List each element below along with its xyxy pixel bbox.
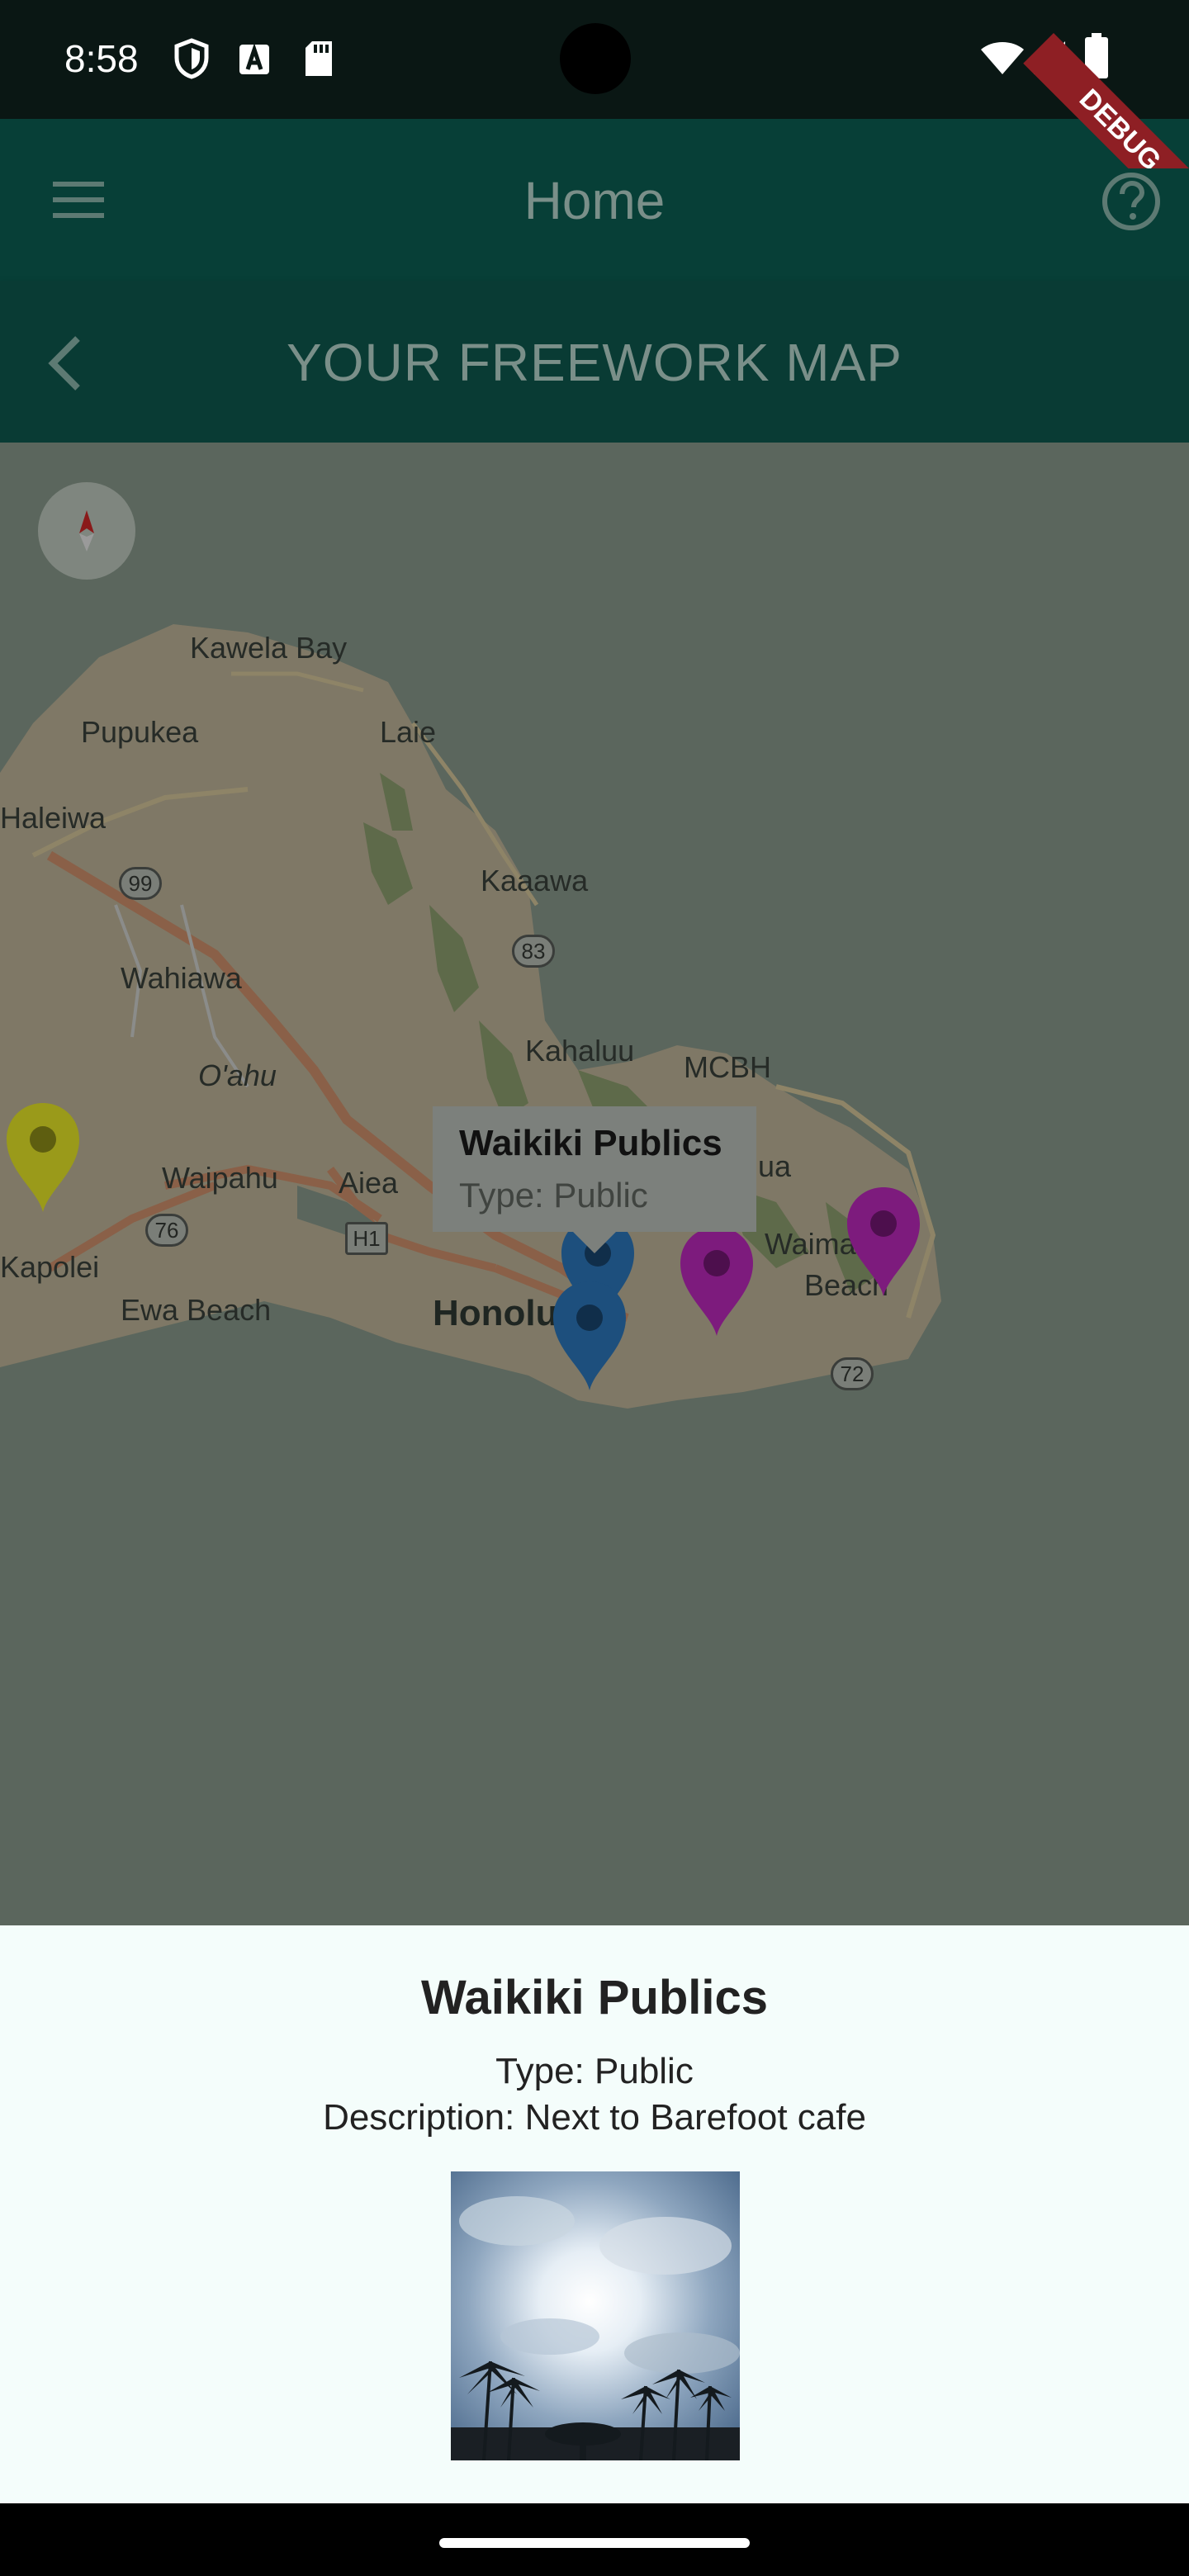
system-nav-bar xyxy=(0,2503,1189,2576)
map-label-kailua: lua xyxy=(751,1149,792,1183)
map-label-kaaawa: Kaaawa xyxy=(481,864,589,897)
info-window-type: Type: Public xyxy=(459,1176,648,1215)
status-time: 8:58 xyxy=(64,37,139,80)
camera-cutout xyxy=(560,23,631,94)
map-label-ewa-beach: Ewa Beach xyxy=(121,1293,272,1327)
map-label-waipahu: Waipahu xyxy=(162,1161,278,1195)
location-type: Type: Public xyxy=(495,2051,694,2091)
route-83-shield: 83 xyxy=(512,935,555,968)
map-label-oahu: O'ahu xyxy=(198,1058,277,1092)
compass-icon xyxy=(79,510,94,552)
marker-yellow-pin-icon[interactable] xyxy=(2,1100,84,1215)
info-window-title: Waikiki Publics xyxy=(459,1123,722,1163)
text-a-icon xyxy=(239,43,269,74)
home-gesture-handle[interactable] xyxy=(439,2538,750,2548)
marker-purple-pin-icon[interactable] xyxy=(842,1184,925,1300)
map-label-kawela-bay: Kawela Bay xyxy=(190,631,348,665)
app-title: Home xyxy=(523,171,666,230)
status-bar: 8:58 xyxy=(0,0,1189,119)
help-circle-icon[interactable] xyxy=(1098,168,1164,234)
route-76-shield: 76 xyxy=(145,1214,188,1247)
marker-blue-pin-icon[interactable] xyxy=(548,1278,631,1394)
route-72-shield: 72 xyxy=(831,1357,874,1390)
debug-banner: DEBUG xyxy=(1021,0,1189,168)
marker-purple-pin-icon[interactable] xyxy=(675,1224,758,1339)
map-label-kapolei: Kapolei xyxy=(0,1250,100,1284)
marker-info-window[interactable]: Waikiki Publics Type: Public xyxy=(433,1106,756,1232)
map-label-wahiawa: Wahiawa xyxy=(121,961,242,995)
location-photo xyxy=(451,2171,740,2460)
debug-banner-label: DEBUG xyxy=(1023,33,1189,168)
location-description: Description: Next to Barefoot cafe xyxy=(323,2097,866,2138)
palm-trees-photo-image xyxy=(451,2171,740,2460)
map-label-aiea: Aiea xyxy=(339,1166,399,1200)
interstate-h1-shield: H1 xyxy=(345,1222,388,1255)
map-label-pupukea: Pupukea xyxy=(81,715,199,749)
map-header-title: YOUR FREEWORK MAP xyxy=(287,333,902,392)
map-label-kahaluu: Kahaluu xyxy=(525,1034,635,1068)
shield-icon xyxy=(174,38,209,79)
info-window-pointer xyxy=(573,1232,616,1253)
map-view[interactable]: Kawela Bay Pupukea Laie Haleiwa Kaaawa W… xyxy=(0,443,1189,1925)
location-title: Waikiki Publics xyxy=(420,1971,769,2024)
wifi-icon xyxy=(981,42,1024,74)
route-99-shield: 99 xyxy=(119,867,162,900)
map-label-laie: Laie xyxy=(380,715,437,749)
sd-card-icon xyxy=(306,41,332,76)
map-header-bar: YOUR FREEWORK MAP xyxy=(0,281,1189,443)
location-detail-sheet: Waikiki Publics Type: Public Description… xyxy=(0,1925,1189,2503)
app-bar: Home xyxy=(0,119,1189,281)
compass-button[interactable] xyxy=(38,482,135,580)
map-label-mcbh: MCBH xyxy=(684,1050,771,1084)
app-root: 8:58 Home YOUR FREEWORK MAP Kawela Bay P… xyxy=(0,0,1189,2576)
map-label-honolulu: Honolu xyxy=(433,1293,558,1333)
map-label-haleiwa: Haleiwa xyxy=(0,801,107,835)
